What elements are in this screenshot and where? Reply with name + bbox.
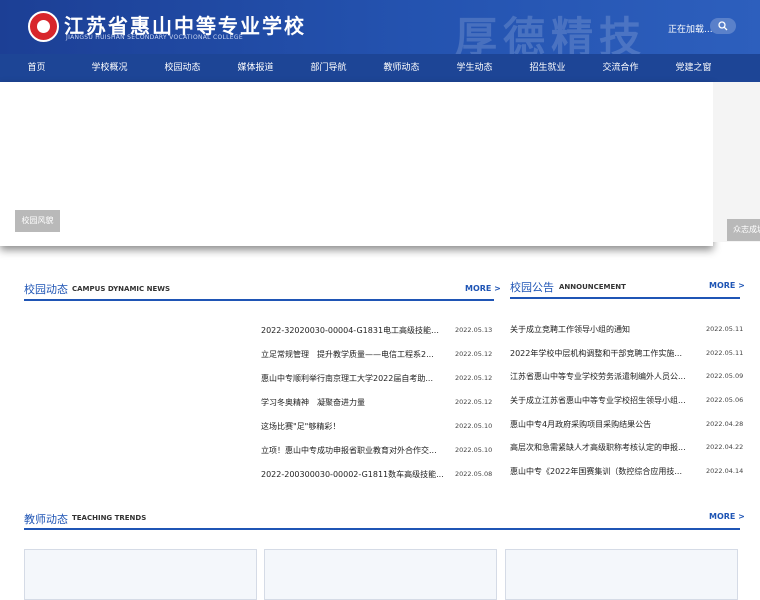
news-item-date: 2022.05.12 — [455, 398, 493, 406]
teaching-trends-title[interactable]: 教师动态 — [24, 511, 68, 527]
news-item[interactable]: 这场比赛"足"够精彩！ 2022.05.10 — [261, 421, 493, 433]
announcement-item-title[interactable]: 2022年学校中层机构调整和干部竞聘工作实施... — [510, 348, 693, 359]
banner-slide-next[interactable] — [713, 82, 760, 242]
main-nav: 首页 学校概况 校园动态 媒体报道 部门导航 教师动态 学生动态 招生就业 交流… — [0, 54, 760, 82]
nav-item-home[interactable]: 首页 — [0, 54, 73, 82]
announcement-item[interactable]: 惠山中专4月政府采购项目采购结果公告 2022.04.28 — [510, 419, 744, 431]
announcement-item[interactable]: 江苏省惠山中等专业学校劳务派遣制编外人员公... 2022.05.09 — [510, 371, 744, 383]
announcement-item-title[interactable]: 关于成立江苏省惠山中等专业学校招生领导小组... — [510, 395, 693, 406]
search-icon — [718, 21, 728, 31]
nav-item-admission[interactable]: 招生就业 — [511, 54, 584, 82]
news-item-date: 2022.05.10 — [455, 422, 493, 430]
announcement-item-date: 2022.05.06 — [706, 396, 744, 404]
announcement-item-title[interactable]: 惠山中专《2022年国赛集训（数控综合应用技... — [510, 466, 693, 477]
nav-item-media[interactable]: 媒体报道 — [219, 54, 292, 82]
nav-item-exchange[interactable]: 交流合作 — [584, 54, 657, 82]
teaching-card[interactable] — [264, 549, 497, 600]
news-item-title[interactable]: 这场比赛"足"够精彩！ — [261, 421, 444, 432]
announcement-divider — [510, 297, 740, 299]
teaching-card[interactable] — [505, 549, 738, 600]
banner-caption-next[interactable]: 众志成城 — [727, 219, 760, 241]
banner-slide-main[interactable] — [0, 82, 713, 246]
announcement-item-date: 2022.05.11 — [706, 349, 744, 357]
announcement-item-title[interactable]: 高层次和急需紧缺人才高级职称考核认定的申报... — [510, 442, 693, 453]
announcement-item[interactable]: 关于成立江苏省惠山中等专业学校招生领导小组... 2022.05.06 — [510, 395, 744, 407]
school-motto: 厚德精技 — [455, 13, 648, 54]
campus-news-more-link[interactable]: MORE > — [465, 284, 501, 293]
campus-news-divider — [24, 299, 494, 301]
announcement-title[interactable]: 校园公告 — [510, 279, 554, 295]
nav-item-party[interactable]: 党建之窗 — [657, 54, 730, 82]
announcement-title-en: ANNOUNCEMENT — [559, 283, 626, 291]
news-item-title[interactable]: 惠山中专顺利举行南京理工大学2022届自考助... — [261, 373, 444, 384]
announcement-item-date: 2022.04.14 — [706, 467, 744, 475]
teaching-card[interactable] — [24, 549, 257, 600]
school-emblem-icon[interactable] — [28, 11, 59, 42]
campus-news-title-en: CAMPUS DYNAMIC NEWS — [72, 285, 171, 293]
announcement-item[interactable]: 2022年学校中层机构调整和干部竞聘工作实施... 2022.05.11 — [510, 348, 744, 360]
news-item[interactable]: 2022-32020030-00004-G1831电工高级技能认... 2022… — [261, 325, 493, 337]
teaching-trends-title-en: TEACHING TRENDS — [72, 514, 147, 522]
search-button[interactable] — [710, 18, 736, 34]
announcement-item-date: 2022.05.11 — [706, 325, 744, 333]
news-item[interactable]: 惠山中专顺利举行南京理工大学2022届自考助... 2022.05.12 — [261, 373, 493, 385]
news-item-title[interactable]: 2022-200300030-00002-G1811数车高级技能... — [261, 469, 444, 480]
announcement-item-title[interactable]: 惠山中专4月政府采购项目采购结果公告 — [510, 419, 693, 430]
news-item[interactable]: 立足常规管理 提升教学质量——电信工程系2... 2022.05.12 — [261, 349, 493, 361]
announcement-item-date: 2022.05.09 — [706, 372, 744, 380]
news-item-title[interactable]: 2022-32020030-00004-G1831电工高级技能认... — [261, 325, 444, 336]
news-item-title[interactable]: 立项！惠山中专成功申报省职业教育对外合作交... — [261, 445, 444, 456]
nav-item-campus-news[interactable]: 校园动态 — [146, 54, 219, 82]
nav-item-teachers[interactable]: 教师动态 — [365, 54, 438, 82]
school-name-en: JIANGSU HUISHAN SECONDARY VOCATIONAL COL… — [66, 34, 243, 41]
announcement-more-link[interactable]: MORE > — [709, 281, 745, 290]
news-item-title[interactable]: 立足常规管理 提升教学质量——电信工程系2... — [261, 349, 444, 360]
announcement-item[interactable]: 关于成立竞聘工作领导小组的通知 2022.05.11 — [510, 324, 744, 336]
teaching-trends-divider — [24, 528, 740, 530]
announcement-item-date: 2022.04.28 — [706, 420, 744, 428]
news-item-date: 2022.05.10 — [455, 446, 493, 454]
news-item[interactable]: 学习冬奥精神 凝聚奋进力量 2022.05.12 — [261, 397, 493, 409]
nav-item-about[interactable]: 学校概况 — [73, 54, 146, 82]
campus-news-title[interactable]: 校园动态 — [24, 281, 68, 297]
nav-item-departments[interactable]: 部门导航 — [292, 54, 365, 82]
news-item-date: 2022.05.08 — [455, 470, 493, 478]
teaching-trends-more-link[interactable]: MORE > — [709, 512, 745, 521]
announcement-item-title[interactable]: 江苏省惠山中等专业学校劳务派遣制编外人员公... — [510, 371, 693, 382]
loading-text: 正在加载... — [668, 25, 713, 35]
announcement-item-date: 2022.04.22 — [706, 443, 744, 451]
banner-caption[interactable]: 校园风貌 — [15, 210, 60, 232]
news-item-date: 2022.05.13 — [455, 326, 493, 334]
news-item-date: 2022.05.12 — [455, 374, 493, 382]
news-item-title[interactable]: 学习冬奥精神 凝聚奋进力量 — [261, 397, 444, 408]
announcement-item[interactable]: 高层次和急需紧缺人才高级职称考核认定的申报... 2022.04.22 — [510, 442, 744, 454]
announcement-item[interactable]: 惠山中专《2022年国赛集训（数控综合应用技... 2022.04.14 — [510, 466, 744, 478]
site-header: 江苏省惠山中等专业学校 JIANGSU HUISHAN SECONDARY VO… — [0, 0, 760, 54]
news-item[interactable]: 立项！惠山中专成功申报省职业教育对外合作交... 2022.05.10 — [261, 445, 493, 457]
news-item[interactable]: 2022-200300030-00002-G1811数车高级技能... 2022… — [261, 469, 493, 481]
nav-item-students[interactable]: 学生动态 — [438, 54, 511, 82]
announcement-item-title[interactable]: 关于成立竞聘工作领导小组的通知 — [510, 324, 693, 335]
news-item-date: 2022.05.12 — [455, 350, 493, 358]
